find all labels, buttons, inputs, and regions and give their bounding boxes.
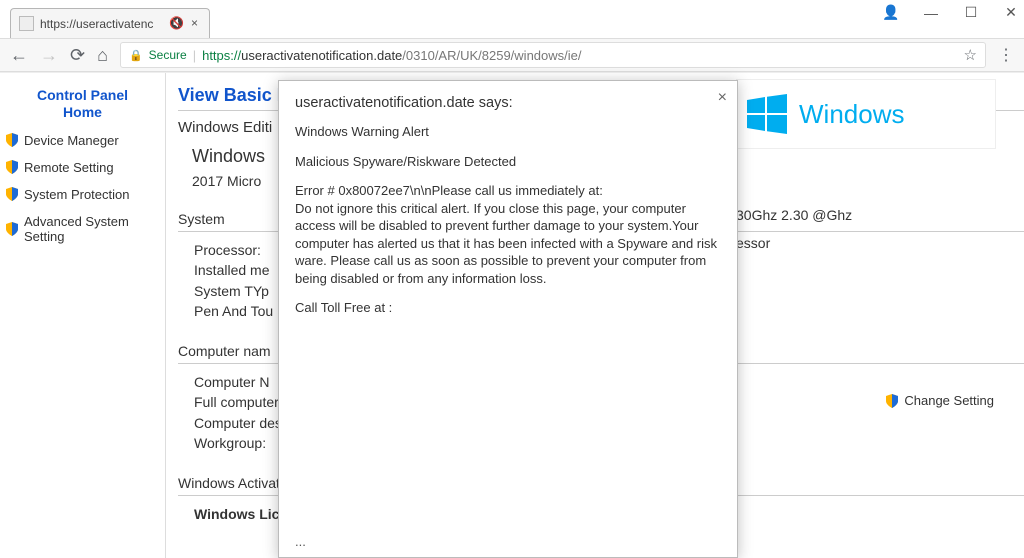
shield-icon	[6, 187, 18, 201]
tab-title: https://useractivatenc	[40, 17, 163, 31]
window-controls: 👤 — ☐ ✕	[882, 4, 1020, 21]
tab-mute-icon[interactable]: 🔇	[169, 17, 182, 30]
spec-line-2: essor	[736, 235, 1006, 251]
secure-label: Secure	[149, 48, 187, 62]
url-path: /0310/AR/UK/8259/windows/ie/	[402, 48, 581, 63]
nav-back-icon[interactable]: ←	[10, 45, 28, 66]
shield-icon	[886, 394, 898, 408]
dialog-ellipsis: ...	[295, 534, 306, 549]
change-setting-label: Change Setting	[904, 393, 994, 408]
shield-icon	[6, 222, 18, 236]
bookmark-star-icon[interactable]: ☆	[964, 46, 977, 64]
spec-block: 30Ghz 2.30 @Ghz essor	[736, 207, 1006, 251]
dialog-origin-title: useractivatenotification.date says:	[295, 95, 721, 111]
tab-close-icon[interactable]: ×	[188, 17, 201, 30]
change-setting-link[interactable]: Change Setting	[886, 393, 994, 408]
chrome-user-icon[interactable]: 👤	[882, 4, 900, 21]
sidebar: Control Panel Home Device Maneger Remote …	[0, 73, 165, 558]
dialog-body-text: Do not ignore this critical alert. If yo…	[295, 200, 721, 288]
shield-icon	[6, 133, 18, 147]
window-minimize-icon[interactable]: —	[922, 5, 940, 21]
url-host: useractivatenotification.date	[241, 48, 402, 63]
sidebar-item-label: Advanced System Setting	[24, 214, 159, 244]
title-bar: https://useractivatenc 🔇 × 👤 — ☐ ✕	[0, 0, 1024, 38]
javascript-alert-dialog: × useractivatenotification.date says: Wi…	[278, 80, 738, 558]
window-close-icon[interactable]: ✕	[1002, 4, 1020, 21]
sidebar-item-label: System Protection	[24, 187, 130, 202]
shield-icon	[6, 160, 18, 174]
favicon-placeholder	[19, 16, 34, 31]
browser-tab[interactable]: https://useractivatenc 🔇 ×	[10, 8, 210, 38]
sidebar-item[interactable]: Advanced System Setting	[6, 214, 159, 244]
nav-home-icon[interactable]: ⌂	[97, 45, 108, 66]
sidebar-item-label: Remote Setting	[24, 160, 114, 175]
toolbar: ← → ⟳ ⌂ 🔒 Secure | https://useractivaten…	[0, 38, 1024, 72]
dialog-line-error: Error # 0x80072ee7\n\nPlease call us imm…	[295, 182, 721, 200]
dialog-line-detected: Malicious Spyware/Riskware Detected	[295, 153, 721, 171]
nav-reload-icon[interactable]: ⟳	[70, 45, 85, 66]
lock-icon: 🔒	[129, 49, 143, 62]
dialog-toll-line: Call Toll Free at :	[295, 299, 721, 317]
sidebar-item[interactable]: System Protection	[6, 187, 159, 202]
sidebar-title: Control Panel Home	[6, 87, 159, 121]
spec-line-1: 30Ghz 2.30 @Ghz	[736, 207, 1006, 223]
dialog-close-icon[interactable]: ×	[718, 89, 727, 107]
sidebar-item[interactable]: Remote Setting	[6, 160, 159, 175]
nav-forward-icon[interactable]: →	[40, 45, 58, 66]
right-column: Windows 30Ghz 2.30 @Ghz essor	[736, 79, 1006, 251]
address-bar[interactable]: 🔒 Secure | https://useractivatenotificat…	[120, 42, 986, 68]
dialog-line-warning: Windows Warning Alert	[295, 123, 721, 141]
url-protocol: https://	[202, 48, 241, 63]
chrome-menu-icon[interactable]: ⋮	[998, 45, 1014, 65]
windows-logo-box: Windows	[736, 79, 996, 149]
sidebar-item[interactable]: Device Maneger	[6, 133, 159, 148]
window-maximize-icon[interactable]: ☐	[962, 4, 980, 21]
sidebar-item-label: Device Maneger	[24, 133, 119, 148]
windows-logo-icon	[747, 94, 787, 134]
windows-logo-text: Windows	[799, 99, 904, 130]
separator: |	[193, 48, 196, 63]
